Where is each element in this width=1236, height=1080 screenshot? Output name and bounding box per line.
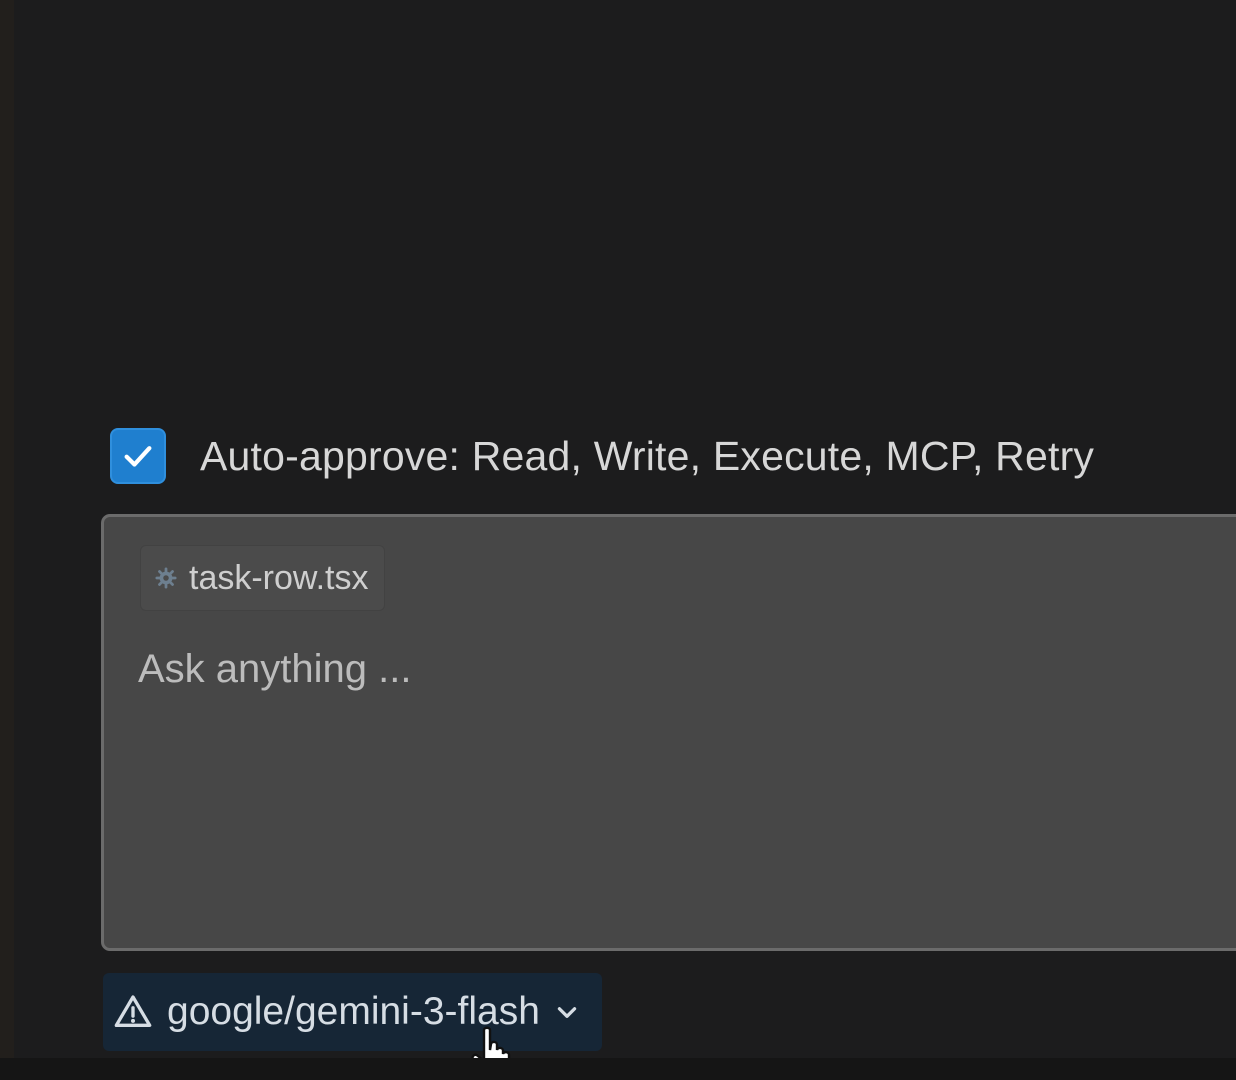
panel-bottom-edge [0, 1058, 1236, 1080]
attached-file-chip[interactable]: task-row.tsx [140, 545, 386, 611]
auto-approve-row[interactable]: Auto-approve: Read, Write, Execute, MCP,… [110, 426, 1094, 486]
chat-input-box[interactable]: task-row.tsx Ask anything ... [101, 514, 1236, 951]
chevron-down-icon [557, 1007, 577, 1018]
model-selector[interactable]: google/gemini-3-flash [103, 973, 602, 1051]
chat-input-placeholder[interactable]: Ask anything ... [138, 647, 1138, 692]
auto-approve-checkbox[interactable] [110, 428, 166, 484]
attached-file-name: task-row.tsx [189, 558, 369, 597]
warning-icon [114, 995, 152, 1027]
auto-approve-label[interactable]: Auto-approve: Read, Write, Execute, MCP,… [200, 433, 1094, 480]
panel-left-edge [0, 0, 14, 1080]
chat-panel: Auto-approve: Read, Write, Execute, MCP,… [0, 0, 1236, 1080]
checkmark-icon [124, 446, 152, 467]
gear-icon [155, 567, 177, 589]
